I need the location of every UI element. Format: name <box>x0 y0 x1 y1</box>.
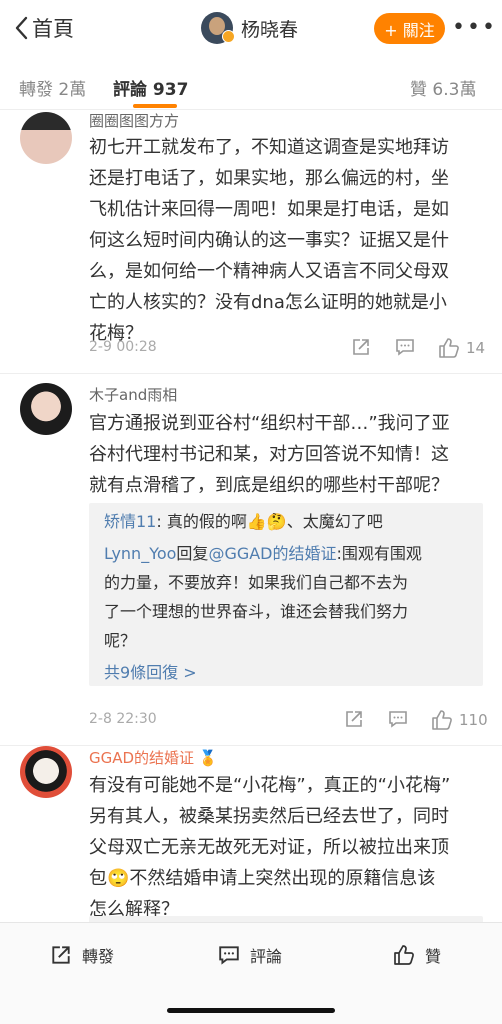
reply-user-name[interactable]: Lynn_Yoo <box>104 544 176 563</box>
tab-repost[interactable]: 轉發 2萬 <box>19 75 86 100</box>
follow-button[interactable]: + 關注 <box>374 13 445 44</box>
tab-bar: 轉發 2萬 評論 937 贊 6.3萬 <box>0 58 502 110</box>
back-label: 首頁 <box>32 17 74 41</box>
comment-button[interactable]: 評論 <box>218 943 282 967</box>
comment-user-name[interactable]: 木子and雨相 <box>89 384 177 405</box>
comment-icon <box>389 711 407 728</box>
comment-line: 何这么短时间内确认的这一事实？证据又是什 <box>89 230 449 251</box>
share-button[interactable] <box>344 709 364 729</box>
tab-like[interactable]: 贊 6.3萬 <box>410 75 476 100</box>
repost-button[interactable]: 轉發 <box>50 943 114 967</box>
like-count: 14 <box>466 339 486 357</box>
avatar[interactable] <box>20 746 72 798</box>
comment-line: 谷村代理村书记和某，对方回答说不知情！这 <box>89 444 449 465</box>
reply-text: : 真的假的啊👍🤔、太魔幻了吧 <box>156 512 383 531</box>
comment-line: 就有点滑稽了，到底是组织的哪些村干部呢？ <box>89 475 449 496</box>
comment-text: 初七开工就发布了，不知道这调查是实地拜访 还是打电话了，如果实地，那么偏远的村，… <box>89 132 487 349</box>
comment-line: 官方通报说到亚谷村“组织村干部…”我问了亚 <box>89 413 450 434</box>
comment-line: 初七开工就发布了，不知道这调查是实地拜访 <box>89 137 449 158</box>
reply-preview[interactable]: 矫情11: 真的假的啊👍🤔、太魔幻了吧 Lynn_Yoo回复@GGAD的结婚证:… <box>89 503 483 686</box>
tab-comment[interactable]: 評論 937 <box>113 75 188 100</box>
thumbs-up-icon <box>432 710 452 730</box>
top-bar: 首頁 杨晓春 + 關注 ••• <box>0 0 502 58</box>
thumbs-up-icon <box>394 945 414 965</box>
repost-label: 轉發 <box>82 947 115 966</box>
chevron-left-icon <box>15 16 28 40</box>
reply-text: :围观有围观 <box>336 544 422 563</box>
verified-badge-icon <box>222 30 235 43</box>
comment-text: 官方通报说到亚谷村“组织村干部…”我问了亚 谷村代理村书记和某，对方回答说不知情… <box>89 408 487 501</box>
comment-meta: 2-8 22:30 110 <box>89 709 488 733</box>
like-button[interactable]: 14 <box>438 337 485 359</box>
comment-line: 飞机估计来回得一周吧！如果是打电话，是如 <box>89 199 449 220</box>
reply-verb: 回复 <box>176 544 209 563</box>
comment-meta: 2-9 00:28 14 <box>89 337 487 361</box>
reply-line: 矫情11: 真的假的啊👍🤔、太魔幻了吧 <box>104 508 474 535</box>
mention-link[interactable]: @GGAD的结婚证 <box>208 544 336 563</box>
comment-text: 有没有可能她不是“小花梅”，真正的“小花梅” 另有其人，被桑某拐卖然后已经去世了… <box>89 770 487 922</box>
comment-list: 圈圈图图方方 初七开工就发布了，不知道这调查是实地拜访 还是打电话了，如果实地，… <box>0 110 502 922</box>
comment-line: 么，是如何给一个精神病人又语言不同父母双 <box>89 261 449 282</box>
share-icon <box>52 946 70 964</box>
back-button[interactable]: 首頁 <box>14 13 74 43</box>
active-tab-indicator <box>133 104 177 108</box>
view-more-replies-link[interactable]: 共9條回復 > <box>104 659 474 686</box>
comment-label: 評論 <box>250 947 283 966</box>
comment-line: 还是打电话了，如果实地，那么偏远的村，坐 <box>89 168 449 189</box>
comment-line: 有没有可能她不是“小花梅”，真正的“小花梅” <box>89 775 451 796</box>
comment-user-name[interactable]: GGAD的结婚证 🏅 <box>89 747 218 768</box>
divider <box>0 745 502 746</box>
avatar[interactable] <box>20 112 72 164</box>
thumbs-up-icon <box>439 338 459 358</box>
reply-user-name[interactable]: 矫情11 <box>104 512 156 531</box>
comment-line: 父母双亡无亲无故死无对证，所以被拉出来顶 <box>89 837 449 858</box>
share-button[interactable] <box>351 337 371 357</box>
share-icon <box>346 711 362 727</box>
comment-line: 另有其人，被桑某拐卖然后已经去世了，同时 <box>89 806 449 827</box>
like-button[interactable]: 110 <box>431 709 488 731</box>
comment-icon <box>396 339 414 356</box>
comment-icon <box>219 946 239 965</box>
user-name[interactable]: 杨晓春 <box>241 15 298 42</box>
share-icon <box>353 339 369 355</box>
divider <box>0 373 502 374</box>
like-label: 贊 <box>425 947 442 966</box>
comment-line: 亡的人核实的？没有dna怎么证明的她就是小 <box>89 292 447 313</box>
bottom-action-bar: 轉發 評論 贊 <box>0 922 502 1024</box>
profile-header[interactable]: 杨晓春 <box>201 12 298 44</box>
home-indicator <box>167 1008 335 1013</box>
reply-button[interactable] <box>395 337 415 357</box>
like-button[interactable]: 贊 <box>393 943 441 967</box>
comment-date: 2-9 00:28 <box>89 339 157 355</box>
more-icon[interactable]: ••• <box>452 17 497 39</box>
like-count: 110 <box>459 711 488 729</box>
reply-line: 呢？ <box>104 631 137 650</box>
comment-date: 2-8 22:30 <box>89 711 157 727</box>
reply-line: 了一个理想的世界奋斗，谁还会替我们努力 <box>104 602 409 621</box>
reply-line: 的力量，不要放弃！如果我们自己都不去为 <box>104 573 409 592</box>
reply-line: Lynn_Yoo回复@GGAD的结婚证:围观有围观 <box>104 540 474 567</box>
comment-user-name[interactable]: 圈圈图图方方 <box>89 110 179 131</box>
reply-button[interactable] <box>388 709 408 729</box>
comment-line: 包🙄不然结婚申请上突然出现的原籍信息该 <box>89 868 436 889</box>
avatar[interactable] <box>20 383 72 435</box>
